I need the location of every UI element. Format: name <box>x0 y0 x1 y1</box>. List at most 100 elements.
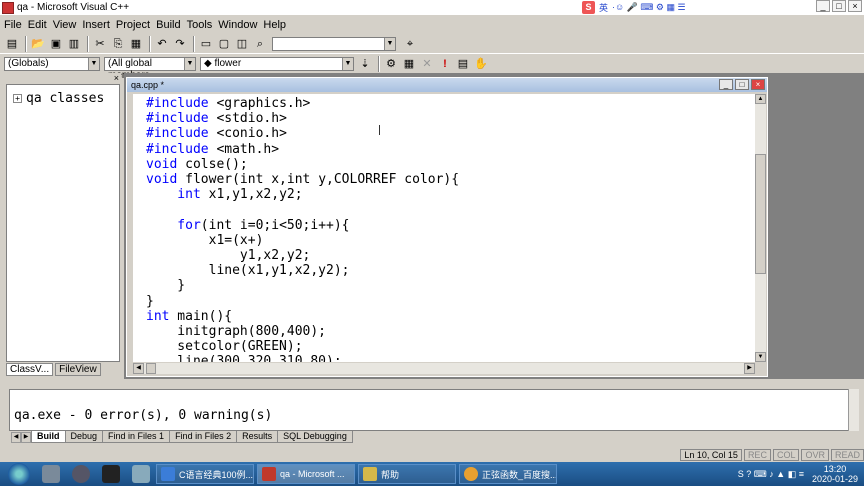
function-combo[interactable]: ◆ flower ▼ <box>200 56 354 71</box>
maximize-button[interactable]: □ <box>832 0 846 12</box>
settings-icon[interactable] <box>42 465 60 483</box>
output-window-icon[interactable]: ▢ <box>216 36 232 52</box>
close-icon[interactable]: × <box>114 73 119 83</box>
wizard-action-icon[interactable]: ⇣ <box>357 56 373 72</box>
tab-results[interactable]: Results <box>236 431 279 443</box>
chevron-down-icon[interactable]: ▼ <box>184 57 195 70</box>
close-icon[interactable]: × <box>751 79 765 90</box>
task-word[interactable]: C语言经典100例... <box>156 464 254 484</box>
menu-tools[interactable]: Tools <box>187 19 213 31</box>
link-icon[interactable] <box>132 465 150 483</box>
horizontal-scrollbar[interactable]: ◀ ▶ <box>133 363 755 374</box>
code-line[interactable]: line(x1,y1,x2,y2); <box>146 263 350 278</box>
code-line[interactable]: int x1,y1,x2,y2; <box>146 187 302 202</box>
execute-icon[interactable]: ! <box>437 56 453 72</box>
scroll-thumb[interactable] <box>146 363 156 374</box>
go-icon[interactable]: ▤ <box>455 56 471 72</box>
code-line[interactable]: void colse(); <box>146 157 248 172</box>
tab-find-in-files-1[interactable]: Find in Files 1 <box>102 431 171 443</box>
chevron-down-icon[interactable]: ▼ <box>342 57 353 70</box>
scroll-thumb[interactable] <box>755 154 766 274</box>
start-button[interactable] <box>8 463 30 485</box>
menu-edit[interactable]: Edit <box>28 19 47 31</box>
tab-fileview[interactable]: FileView <box>55 363 101 376</box>
ime-language[interactable]: 英 <box>599 1 608 14</box>
menu-view[interactable]: View <box>53 19 77 31</box>
close-button[interactable]: × <box>848 0 862 12</box>
menu-project[interactable]: Project <box>116 19 150 31</box>
output-scrollbar[interactable] <box>848 389 859 431</box>
ime-tools[interactable]: ·☺ 🎤 ⌨ ⚙ ▦ ☰ <box>612 2 686 13</box>
open-icon[interactable]: 📂 <box>30 36 46 52</box>
code-line[interactable]: } <box>146 278 185 293</box>
undo-icon[interactable]: ↶ <box>154 36 170 52</box>
compile-icon[interactable]: ⚙ <box>383 56 399 72</box>
task-help[interactable]: 帮助 <box>358 464 456 484</box>
menu-insert[interactable]: Insert <box>82 19 110 31</box>
save-icon[interactable]: ▣ <box>48 36 64 52</box>
menu-help[interactable]: Help <box>263 19 286 31</box>
clock[interactable]: 13:20 2020-01-29 <box>812 464 858 484</box>
maximize-icon[interactable]: □ <box>735 79 749 90</box>
code-line[interactable]: int main(){ <box>146 309 232 324</box>
nox-icon[interactable] <box>72 465 90 483</box>
find-icon[interactable]: ⌖ <box>402 36 418 52</box>
tab-classview[interactable]: ClassV... <box>6 363 54 376</box>
code-line[interactable]: #include <stdio.h> <box>146 111 287 126</box>
chevron-down-icon[interactable]: ▼ <box>88 57 99 70</box>
code-line[interactable]: #include <math.h> <box>146 142 279 157</box>
new-file-icon[interactable]: ▤ <box>4 36 20 52</box>
paste-icon[interactable]: ▦ <box>128 36 144 52</box>
terminal-icon[interactable] <box>102 465 120 483</box>
chevron-down-icon[interactable]: ▼ <box>384 37 395 50</box>
sogou-icon[interactable]: S <box>582 1 595 14</box>
find-combo[interactable]: ▼ <box>272 36 396 51</box>
workspace-icon[interactable]: ▭ <box>198 36 214 52</box>
breakpoint-icon[interactable]: ✋ <box>473 56 489 72</box>
windows-list-icon[interactable]: ◫ <box>234 36 250 52</box>
scroll-left-icon[interactable]: ◀ <box>133 363 144 374</box>
save-all-icon[interactable]: ▥ <box>66 36 82 52</box>
menu-window[interactable]: Window <box>218 19 257 31</box>
members-combo[interactable]: (All global members ▼ <box>104 56 196 81</box>
tab-sql-debugging[interactable]: SQL Debugging <box>277 431 353 443</box>
code-line[interactable]: setcolor(GREEN); <box>146 339 302 354</box>
code-line[interactable]: void flower(int x,int y,COLORREF color){ <box>146 172 459 187</box>
tab-next-icon[interactable]: ▶ <box>21 431 31 443</box>
scroll-down-icon[interactable]: ▼ <box>755 352 766 362</box>
ime-toolbar[interactable]: S 英 ·☺ 🎤 ⌨ ⚙ ▦ ☰ <box>582 1 686 14</box>
code-line[interactable]: for(int i=0;i<50;i++){ <box>146 218 349 233</box>
task-chrome[interactable]: 正弦函数_百度搜... <box>459 464 557 484</box>
tab-build[interactable]: Build <box>31 431 66 443</box>
tab-find-in-files-2[interactable]: Find in Files 2 <box>169 431 238 443</box>
task-vc[interactable]: qa - Microsoft ... <box>257 464 355 484</box>
code-line[interactable]: line(300,320,310,80); <box>146 354 341 362</box>
tab-debug[interactable]: Debug <box>64 431 104 443</box>
menu-build[interactable]: Build <box>156 19 180 31</box>
code-line[interactable]: #include <conio.h> <box>146 126 287 141</box>
menu-file[interactable]: File <box>4 19 22 31</box>
expand-icon[interactable]: + <box>13 94 22 103</box>
stop-build-icon[interactable]: ✕ <box>419 56 435 72</box>
minimize-icon[interactable]: _ <box>719 79 733 90</box>
class-tree[interactable]: + qa classes <box>6 84 120 362</box>
scroll-right-icon[interactable]: ▶ <box>744 363 755 374</box>
cut-icon[interactable]: ✂ <box>92 36 108 52</box>
build-icon[interactable]: ▦ <box>401 56 417 72</box>
code-line[interactable]: y1,x2,y2; <box>146 248 310 263</box>
tree-root[interactable]: + qa classes <box>13 91 104 106</box>
minimize-button[interactable]: _ <box>816 0 830 12</box>
find-in-files-icon[interactable]: ⌕ <box>252 36 268 52</box>
output-text[interactable]: qa.exe - 0 error(s), 0 warning(s) <box>9 389 849 431</box>
tray-icons[interactable]: S ? ⌨ ♪ ▲ ◧ ≡ <box>738 469 804 480</box>
scroll-up-icon[interactable]: ▲ <box>755 94 766 104</box>
code-editor[interactable]: #include <graphics.h> #include <stdio.h> #… <box>133 94 755 362</box>
tab-prev-icon[interactable]: ◀ <box>11 431 21 443</box>
code-line[interactable]: x1=(x+) <box>146 233 264 248</box>
vertical-scrollbar[interactable]: ▲ ▼ <box>755 94 766 362</box>
code-line[interactable]: #include <graphics.h> <box>146 96 310 111</box>
copy-icon[interactable]: ⎘ <box>110 36 126 52</box>
code-line[interactable]: } <box>146 294 154 309</box>
redo-icon[interactable]: ↷ <box>172 36 188 52</box>
scope-combo[interactable]: (Globals) ▼ <box>4 56 100 71</box>
